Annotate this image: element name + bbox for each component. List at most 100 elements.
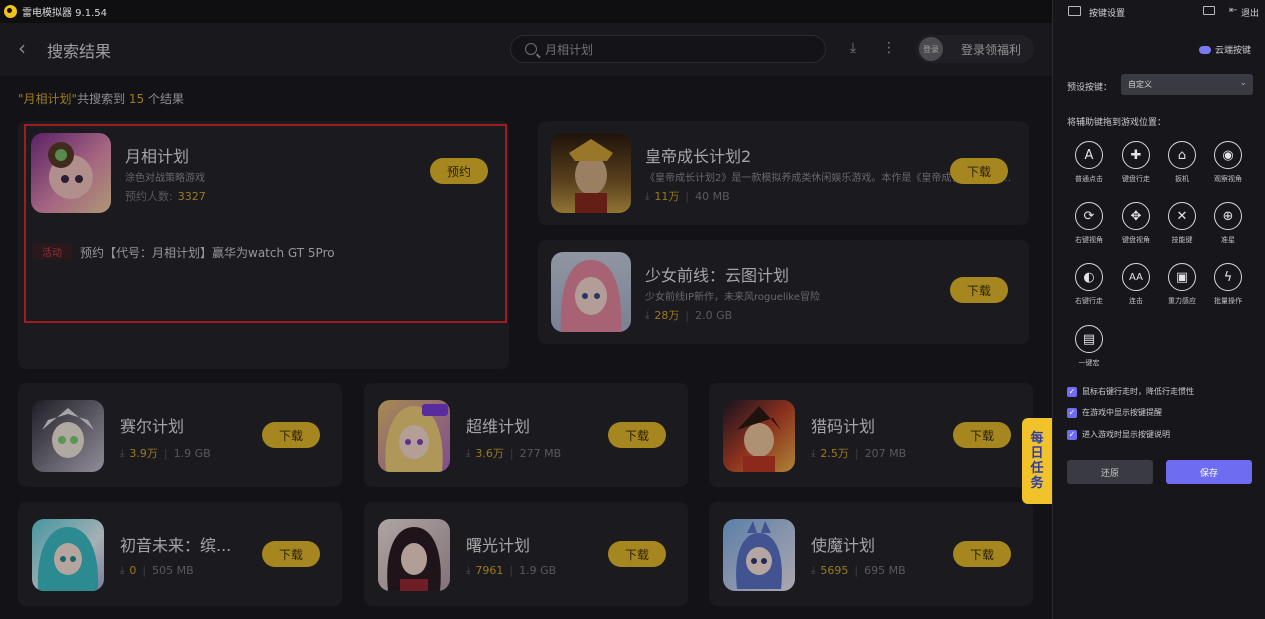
drag-hint: 将辅助键拖到游戏位置： — [1067, 118, 1167, 128]
cloud-keys-button[interactable]: 云端按键 — [1199, 43, 1251, 56]
game-icon — [32, 519, 104, 591]
game-icon — [723, 400, 795, 472]
game-card[interactable]: 赛尔计划 ⤓ 3.9万 | 1.9 GB 下载 — [18, 383, 342, 487]
game-card[interactable]: 使魔计划 ⤓ 5695 | 695 MB 下载 — [709, 502, 1033, 606]
key-observe-view[interactable]: ◉ 观察视角 — [1208, 141, 1248, 184]
game-title: 曙光计划 — [466, 536, 531, 555]
key-crosshair[interactable]: ⊕ 准星 — [1208, 202, 1248, 245]
game-meta: ⤓ 5695 | 695 MB — [811, 564, 906, 577]
check-icon: ✓ — [1067, 429, 1077, 440]
crossed-swords-icon: ✕ — [1168, 202, 1196, 230]
event-tag: 活动 — [32, 243, 72, 260]
download-count-icon: ⤓ — [466, 565, 471, 576]
key-batch[interactable]: ϟ 批量操作 — [1208, 263, 1248, 306]
game-meta: ⤓ 3.9万 | 1.9 GB — [120, 446, 211, 461]
check-icon: ✓ — [1067, 386, 1077, 397]
game-card[interactable]: 皇帝成长计划2 《皇帝成长计划2》是一款模拟养成类休闲娱乐游戏。本作是《皇帝成长… — [538, 121, 1029, 225]
summary-query: 月相计划 — [23, 92, 72, 106]
game-card[interactable]: 初音未来：缤... ⤓ 0 | 505 MB 下载 — [18, 502, 342, 606]
double-a-icon: AA — [1122, 263, 1150, 291]
game-card[interactable]: 超维计划 ⤓ 3.6万 | 277 MB 下载 — [364, 383, 688, 487]
checkbox-show-key-guide[interactable]: ✓ 进入游戏时显示按键说明 — [1067, 429, 1170, 440]
game-card[interactable]: 猎码计划 ⤓ 2.5万 | 207 MB 下载 — [709, 383, 1033, 487]
key-keyboard-view[interactable]: ✥ 键盘视角 — [1116, 202, 1156, 245]
lightning-icon: ϟ — [1214, 263, 1242, 291]
download-icon[interactable]: ⤓ — [845, 40, 861, 56]
back-icon[interactable]: ‹ — [18, 38, 38, 60]
download-button[interactable]: 下载 — [953, 422, 1011, 448]
app-logo-icon — [4, 5, 17, 18]
eye-icon: ◉ — [1214, 141, 1242, 169]
phone-shake-icon: ▣ — [1168, 263, 1196, 291]
key-normal-click[interactable]: A 普通点击 — [1069, 141, 1109, 184]
game-title: 赛尔计划 — [120, 417, 185, 436]
key-keyboard-walk[interactable]: ✚ 键盘行走 — [1116, 141, 1156, 184]
key-right-view[interactable]: ⟳ 右键视角 — [1069, 202, 1109, 245]
key-right-walk[interactable]: ◐ 右键行走 — [1069, 263, 1109, 306]
game-meta: ⤓ 3.6万 | 277 MB — [466, 446, 562, 461]
selection-highlight — [24, 124, 507, 323]
download-count-icon: ⤓ — [645, 309, 650, 321]
download-button[interactable]: 下载 — [953, 541, 1011, 567]
key-trigger[interactable]: ⌂ 扳机 — [1162, 141, 1202, 184]
avatar: 登录 — [919, 37, 943, 61]
summary-count: 15 — [128, 92, 145, 106]
exit-icon[interactable]: ⇤ — [1229, 5, 1237, 16]
download-button[interactable]: 下载 — [262, 541, 320, 567]
panel-header: 按键设置 ⇤ 退出 — [1053, 0, 1265, 23]
daily-task-widget[interactable]: 每日任务 — [1022, 418, 1052, 504]
search-summary: "月相计划"共搜索到 15 个结果 — [18, 92, 185, 106]
download-button[interactable]: 下载 — [608, 422, 666, 448]
dpad-icon: ✚ — [1122, 141, 1150, 169]
download-count-icon: ⤓ — [645, 190, 650, 202]
checkbox-show-key-hints[interactable]: ✓ 在游戏中显示按键提醒 — [1067, 407, 1162, 418]
download-count-icon: ⤓ — [120, 447, 125, 459]
key-skill[interactable]: ✕ 技能键 — [1162, 202, 1202, 245]
preset-select[interactable]: 自定义 ⌄ — [1121, 74, 1253, 95]
key-combo[interactable]: AA 连击 — [1116, 263, 1156, 306]
panel-title: 按键设置 — [1089, 9, 1126, 19]
exit-button[interactable]: 退出 — [1241, 6, 1259, 19]
search-box[interactable] — [510, 35, 826, 63]
download-count-icon: ⤓ — [120, 565, 125, 576]
key-macro[interactable]: ▤ 一键宏 — [1069, 325, 1109, 368]
letter-a-icon: A — [1075, 141, 1103, 169]
more-icon[interactable]: ⋮ — [881, 40, 897, 56]
chevron-down-icon: ⌄ — [1239, 78, 1247, 88]
game-card[interactable]: 曙光计划 ⤓ 7961 | 1.9 GB 下载 — [364, 502, 688, 606]
login-button[interactable]: 登录 登录领福利 — [916, 35, 1034, 63]
joystick-icon: ✥ — [1122, 202, 1150, 230]
download-button[interactable]: 下载 — [262, 422, 320, 448]
game-icon — [378, 400, 450, 472]
game-icon — [723, 519, 795, 591]
game-card[interactable]: 少女前线：云图计划 少女前线IP新作，未来风roguelike冒险 ⤓ 28万 | 2… — [538, 240, 1029, 344]
crosshair-icon: ⊕ — [1214, 202, 1242, 230]
keyboard-icon — [1068, 6, 1081, 16]
download-button[interactable]: 下载 — [950, 277, 1008, 303]
game-icon — [551, 133, 631, 213]
key-gravity[interactable]: ▣ 重力感应 — [1162, 263, 1202, 306]
save-button[interactable]: 保存 — [1166, 460, 1252, 484]
check-icon: ✓ — [1067, 407, 1077, 418]
folder-icon[interactable] — [1203, 6, 1215, 15]
event-text[interactable]: 预约【代号：月相计划】赢华为watch GT 5Pro — [80, 244, 335, 261]
download-count-icon: ⤓ — [811, 447, 816, 459]
game-title: 超维计划 — [466, 417, 531, 436]
restore-button[interactable]: 还原 — [1067, 460, 1153, 484]
preset-label: 预设按键： — [1067, 83, 1113, 93]
main-content: ‹ 搜索结果 ⤓ ⋮ 登录 登录领福利 "月相计划"共搜索到 15 个结果 月相… — [0, 23, 1052, 619]
game-icon — [551, 252, 631, 332]
title-bar: 雷电模拟器 9.1.54 — [0, 0, 1052, 23]
game-title: 皇帝成长计划2 — [645, 147, 752, 166]
key-settings-panel: 按键设置 ⇤ 退出 云端按键 预设按键： 自定义 ⌄ 将辅助键拖到游戏位置： A… — [1052, 0, 1265, 619]
checkbox-reduce-inertia[interactable]: ✓ 鼠标右键行走时，降低行走惯性 — [1067, 386, 1194, 397]
mouse-icon: ◐ — [1075, 263, 1103, 291]
game-title: 少女前线：云图计划 — [645, 266, 790, 285]
search-input[interactable] — [545, 42, 805, 56]
bullet-icon: ⌂ — [1168, 141, 1196, 169]
download-button[interactable]: 下载 — [950, 158, 1008, 184]
download-button[interactable]: 下载 — [608, 541, 666, 567]
game-meta: ⤓ 7961 | 1.9 GB — [466, 564, 557, 577]
game-meta: ⤓ 11万 | 40 MB — [645, 189, 730, 204]
game-meta: ⤓ 0 | 505 MB — [120, 564, 194, 577]
